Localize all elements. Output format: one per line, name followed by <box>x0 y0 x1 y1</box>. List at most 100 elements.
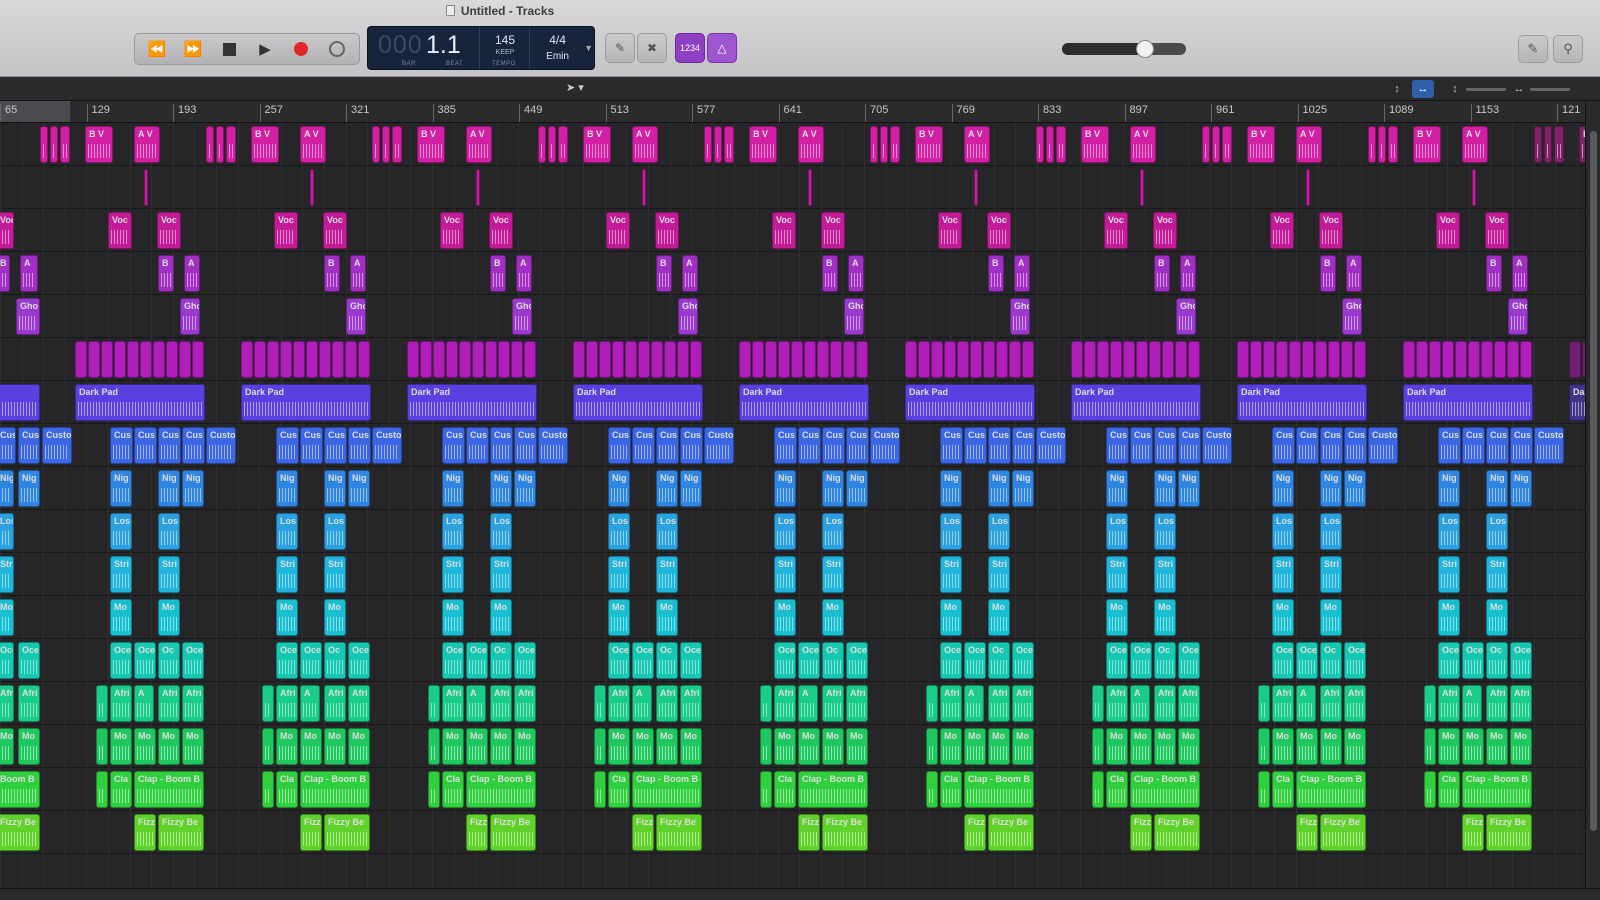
region[interactable]: Afri <box>18 685 40 722</box>
region[interactable]: Fizz <box>964 814 986 851</box>
region[interactable]: Cus <box>1510 427 1533 464</box>
region[interactable]: Nig <box>1012 470 1034 507</box>
region[interactable] <box>166 341 178 378</box>
region[interactable] <box>1110 341 1122 378</box>
region[interactable]: Nig <box>0 470 14 507</box>
region[interactable] <box>1302 341 1314 378</box>
region[interactable]: Mo <box>798 728 820 765</box>
region[interactable]: Los <box>1438 513 1460 550</box>
region[interactable]: B <box>324 255 340 292</box>
region[interactable]: Nig <box>442 470 464 507</box>
region[interactable] <box>1554 126 1564 163</box>
region[interactable]: Oc <box>988 642 1010 679</box>
region[interactable]: Cus <box>798 427 821 464</box>
region[interactable]: Nig <box>1154 470 1176 507</box>
region[interactable] <box>1455 341 1467 378</box>
region[interactable]: Oc <box>1486 642 1508 679</box>
region[interactable]: Mo <box>1462 728 1484 765</box>
region[interactable]: Afri <box>1012 685 1034 722</box>
region[interactable]: Oce <box>1012 642 1034 679</box>
region[interactable]: Gho <box>180 298 200 335</box>
region[interactable]: Nig <box>846 470 868 507</box>
region[interactable] <box>944 341 956 378</box>
region[interactable]: A <box>798 685 818 722</box>
metronome-button[interactable]: △ <box>707 33 737 63</box>
region[interactable] <box>612 341 624 378</box>
region[interactable]: Los <box>1486 513 1508 550</box>
region[interactable]: Cla <box>1272 771 1294 808</box>
region[interactable]: Los <box>774 513 796 550</box>
region[interactable] <box>791 341 803 378</box>
region[interactable] <box>1520 341 1532 378</box>
region[interactable]: A <box>1014 255 1030 292</box>
region[interactable] <box>140 341 152 378</box>
region[interactable]: Oce <box>1272 642 1294 679</box>
region[interactable]: Dark Pad <box>75 384 205 421</box>
region[interactable]: Nig <box>988 470 1010 507</box>
region[interactable]: Afri <box>774 685 796 722</box>
region[interactable]: Cus <box>466 427 489 464</box>
region[interactable] <box>664 341 676 378</box>
region[interactable]: Custo <box>1368 427 1398 464</box>
region[interactable]: B V <box>1081 126 1109 163</box>
region[interactable]: Mo <box>1438 599 1460 636</box>
region[interactable]: Nig <box>158 470 180 507</box>
region[interactable]: Mo <box>466 728 488 765</box>
region[interactable]: Gho <box>678 298 698 335</box>
region[interactable]: Oc <box>822 642 844 679</box>
region[interactable]: Los <box>1106 513 1128 550</box>
region[interactable] <box>0 384 40 421</box>
region[interactable]: Los <box>110 513 132 550</box>
region[interactable]: Afri <box>1106 685 1128 722</box>
region[interactable] <box>153 341 165 378</box>
region[interactable]: Cus <box>1130 427 1153 464</box>
vertical-zoom-icon[interactable]: ↕ <box>1444 80 1466 98</box>
region[interactable]: Voc <box>1319 212 1343 249</box>
region[interactable]: A <box>1130 685 1150 722</box>
region[interactable]: Mo <box>158 728 180 765</box>
region[interactable]: A <box>20 255 38 292</box>
region[interactable] <box>704 126 712 163</box>
region[interactable]: Mo <box>1320 599 1342 636</box>
arrange-area[interactable]: B V A V Voc Voc B A Gho Dark Pad Cus Cus Cus Cus Cus… <box>0 123 1585 888</box>
region[interactable]: Los <box>656 513 678 550</box>
region[interactable] <box>75 341 87 378</box>
region[interactable] <box>880 126 888 163</box>
region[interactable] <box>1276 341 1288 378</box>
region[interactable] <box>280 341 292 378</box>
region[interactable] <box>1354 341 1366 378</box>
region[interactable]: Dark Pad <box>1071 384 1201 421</box>
region[interactable]: B <box>158 255 174 292</box>
region[interactable]: Afri <box>276 685 298 722</box>
region[interactable]: Cus <box>1438 427 1461 464</box>
catch-button[interactable]: ↕ <box>1386 80 1408 98</box>
region[interactable] <box>476 169 480 206</box>
region[interactable]: Custo <box>538 427 568 464</box>
region[interactable]: Clap - Boom B <box>1462 771 1532 808</box>
region[interactable]: Cus <box>158 427 181 464</box>
region[interactable]: Gho <box>1508 298 1528 335</box>
region[interactable]: A V <box>466 126 492 163</box>
region[interactable] <box>1569 341 1581 378</box>
region[interactable] <box>752 341 764 378</box>
region[interactable]: Afri <box>1154 685 1176 722</box>
region[interactable]: Fizz <box>134 814 156 851</box>
region[interactable]: Nig <box>680 470 702 507</box>
tuner-button[interactable]: ✎ <box>605 33 635 63</box>
region[interactable]: Mo <box>1106 599 1128 636</box>
region[interactable]: Mo <box>348 728 370 765</box>
region[interactable]: Afri <box>490 685 512 722</box>
region[interactable]: Mo <box>1296 728 1318 765</box>
region[interactable]: Nig <box>774 470 796 507</box>
region[interactable]: A <box>1512 255 1528 292</box>
region[interactable]: Oce <box>1510 642 1532 679</box>
region[interactable]: Oc <box>324 642 346 679</box>
region[interactable] <box>127 341 139 378</box>
region[interactable]: Nig <box>182 470 204 507</box>
region[interactable]: Mo <box>18 728 40 765</box>
region[interactable]: Mo <box>774 728 796 765</box>
region[interactable] <box>918 341 930 378</box>
region[interactable]: Fizz <box>798 814 820 851</box>
region[interactable]: Cus <box>1154 427 1177 464</box>
region[interactable] <box>1289 341 1301 378</box>
